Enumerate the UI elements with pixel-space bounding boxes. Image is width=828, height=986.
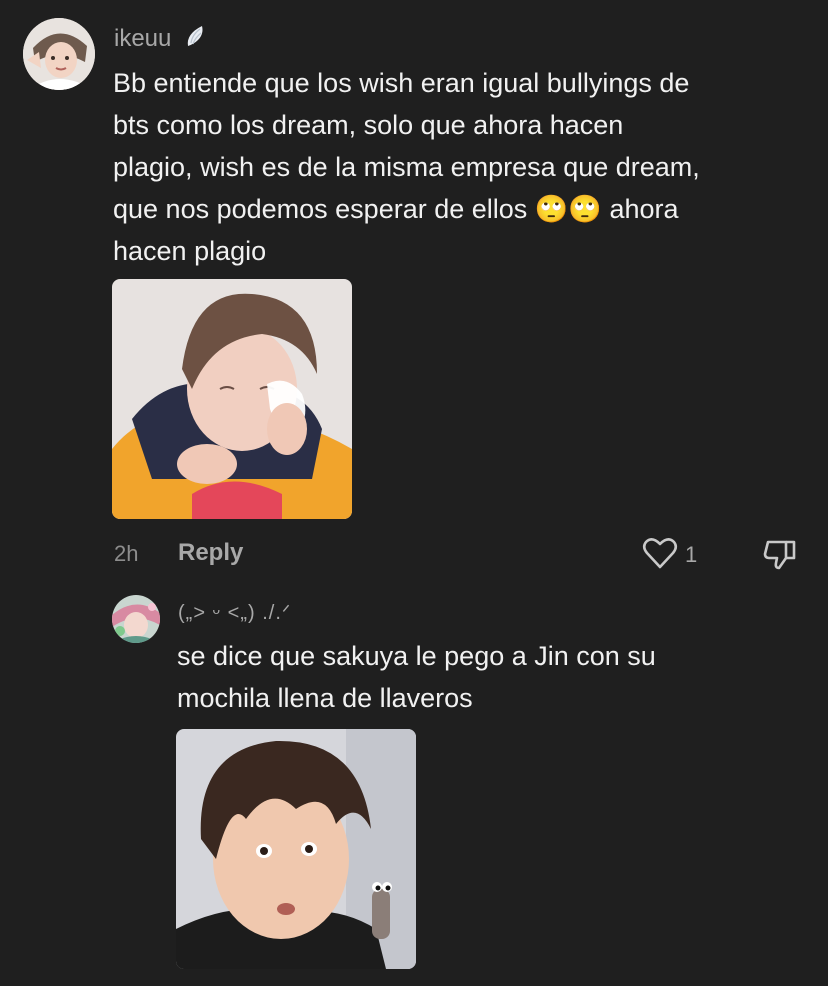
- dislike-button[interactable]: [762, 536, 798, 572]
- timestamp: 2h: [114, 541, 139, 566]
- comment: ikeuu Bb entiende que los wish eran igua…: [0, 0, 828, 580]
- username-text: ikeuu: [114, 24, 172, 52]
- comment-text: se dice que sakuya le pego a Jin con su …: [177, 641, 656, 713]
- avatar-image: [112, 595, 160, 643]
- like-button[interactable]: [642, 536, 678, 570]
- photo-crying-person: [112, 279, 352, 519]
- avatar[interactable]: [112, 595, 160, 643]
- reply-button[interactable]: Reply: [178, 539, 243, 567]
- photo-surprised-person: [176, 729, 416, 969]
- comment-image[interactable]: [112, 279, 352, 519]
- wing-emoji-icon: [184, 24, 206, 55]
- like-count: 1: [685, 542, 698, 567]
- heart-icon: [642, 538, 678, 574]
- avatar-image: [23, 18, 95, 90]
- avatar[interactable]: [23, 18, 95, 90]
- username[interactable]: („> ᵕ <„) ./.ᐟ: [178, 600, 291, 625]
- thumbs-down-icon: [762, 540, 798, 576]
- comment-image[interactable]: [176, 729, 416, 969]
- comment-text: Bb entiende que los wish eran igual bull…: [113, 68, 700, 266]
- reply-comment: („> ᵕ <„) ./.ᐟ se dice que sakuya le peg…: [0, 580, 828, 986]
- username[interactable]: ikeuu: [114, 24, 206, 55]
